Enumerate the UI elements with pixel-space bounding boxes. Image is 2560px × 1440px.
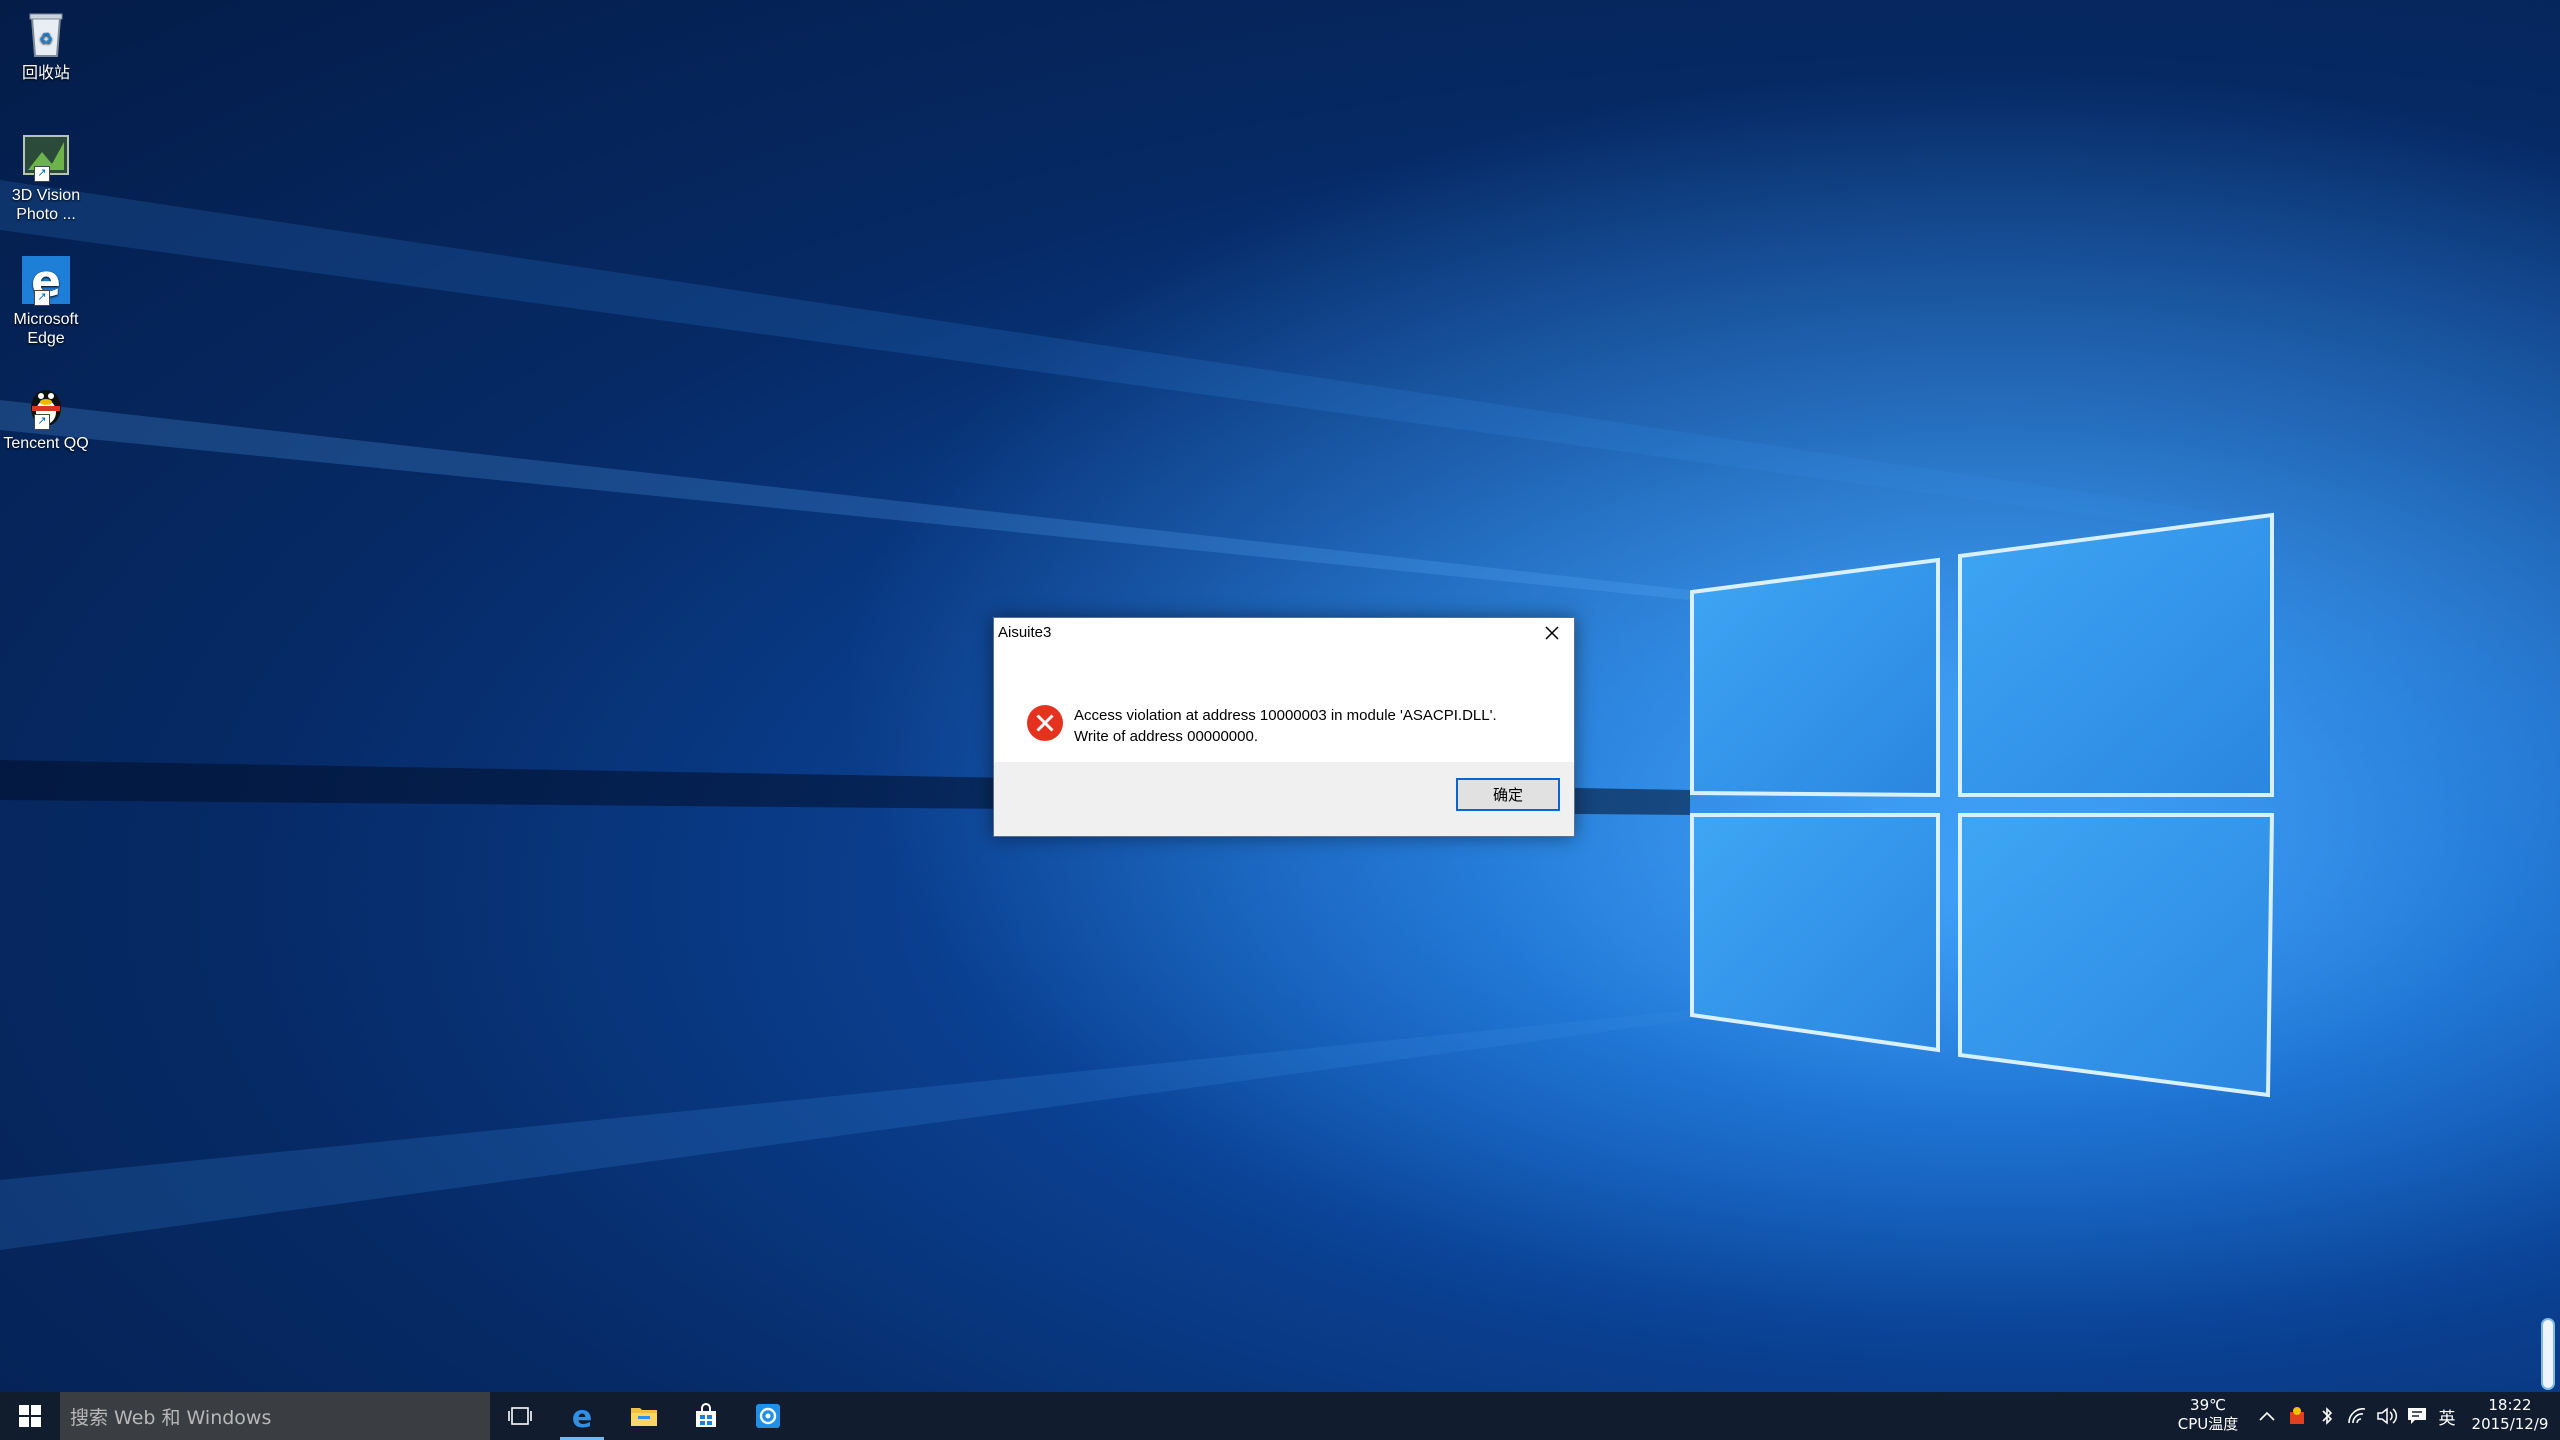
task-view-icon [508, 1407, 532, 1425]
notification-icon [2408, 1408, 2426, 1424]
taskbar-edge-button[interactable]: e [556, 1392, 608, 1440]
dialog-title: Aisuite3 [998, 624, 1052, 641]
search-placeholder: 搜索 Web 和 Windows [70, 1406, 272, 1429]
desktop-icon-edge[interactable]: e ↗ Microsoft Edge [0, 254, 92, 348]
dialog-footer: 确定 [994, 762, 1574, 836]
svg-text:e: e [572, 1402, 592, 1430]
input-method-button[interactable]: 英 [2436, 1404, 2458, 1429]
volume-button[interactable] [2376, 1404, 2398, 1428]
tray-app-icon [2290, 1407, 2304, 1424]
shortcut-arrow-icon: ↗ [34, 290, 50, 306]
error-message: Access violation at address 10000003 in … [1074, 707, 1497, 745]
3d-vision-photo-icon: ↗ [20, 130, 72, 182]
close-icon [1545, 626, 1559, 640]
dialog-body: Access violation at address 10000003 in … [994, 648, 1574, 762]
clock[interactable]: 18:22 2015/12/9 [2462, 1396, 2558, 1434]
tray-app-button[interactable] [2286, 1404, 2308, 1428]
recycle-bin-icon: ♻ [20, 8, 72, 60]
show-hidden-icons-button[interactable] [2256, 1404, 2278, 1428]
edge-icon: e [572, 1402, 592, 1430]
file-explorer-icon [631, 1408, 657, 1426]
store-icon [696, 1403, 716, 1427]
windows-logo-icon [19, 1405, 41, 1427]
error-dialog: Aisuite3 Access violation at address 100… [993, 617, 1575, 837]
error-icon [1027, 705, 1063, 741]
desktop-icon-qq[interactable]: ↗ Tencent QQ [0, 378, 92, 453]
ok-button[interactable]: 确定 [1456, 778, 1560, 811]
desktop-icon-recycle-bin[interactable]: ♻ 回收站 [0, 8, 92, 83]
chevron-up-icon [2259, 1411, 2275, 1421]
cpu-temperature[interactable]: 39℃ CPU温度 [2168, 1396, 2248, 1434]
task-view-button[interactable] [494, 1392, 546, 1440]
bluetooth-button[interactable] [2316, 1404, 2338, 1428]
taskbar-app-button[interactable] [742, 1392, 794, 1440]
action-center-button[interactable] [2406, 1404, 2428, 1428]
app-icon [756, 1404, 780, 1428]
svg-text:♻: ♻ [39, 31, 53, 48]
start-button[interactable] [0, 1392, 60, 1440]
side-drag-handle[interactable] [2541, 1318, 2555, 1390]
edge-icon: e ↗ [20, 254, 72, 307]
speaker-icon [2377, 1407, 2398, 1425]
dialog-close-button[interactable] [1530, 618, 1574, 648]
taskbar: 搜索 Web 和 Windows e 39℃ CPU温度 英 18:22 201… [0, 1392, 2560, 1440]
taskbar-file-explorer-button[interactable] [618, 1392, 670, 1440]
desktop-icon-3d-vision[interactable]: ↗ 3D Vision Photo ... [0, 130, 92, 224]
search-box[interactable]: 搜索 Web 和 Windows [60, 1392, 490, 1440]
qq-icon: ↗ [20, 378, 72, 430]
wifi-icon [2348, 1408, 2366, 1424]
shortcut-arrow-icon: ↗ [34, 414, 50, 430]
shortcut-arrow-icon: ↗ [34, 166, 50, 182]
network-button[interactable] [2346, 1404, 2368, 1428]
taskbar-store-button[interactable] [680, 1392, 732, 1440]
bluetooth-icon [2322, 1407, 2333, 1425]
